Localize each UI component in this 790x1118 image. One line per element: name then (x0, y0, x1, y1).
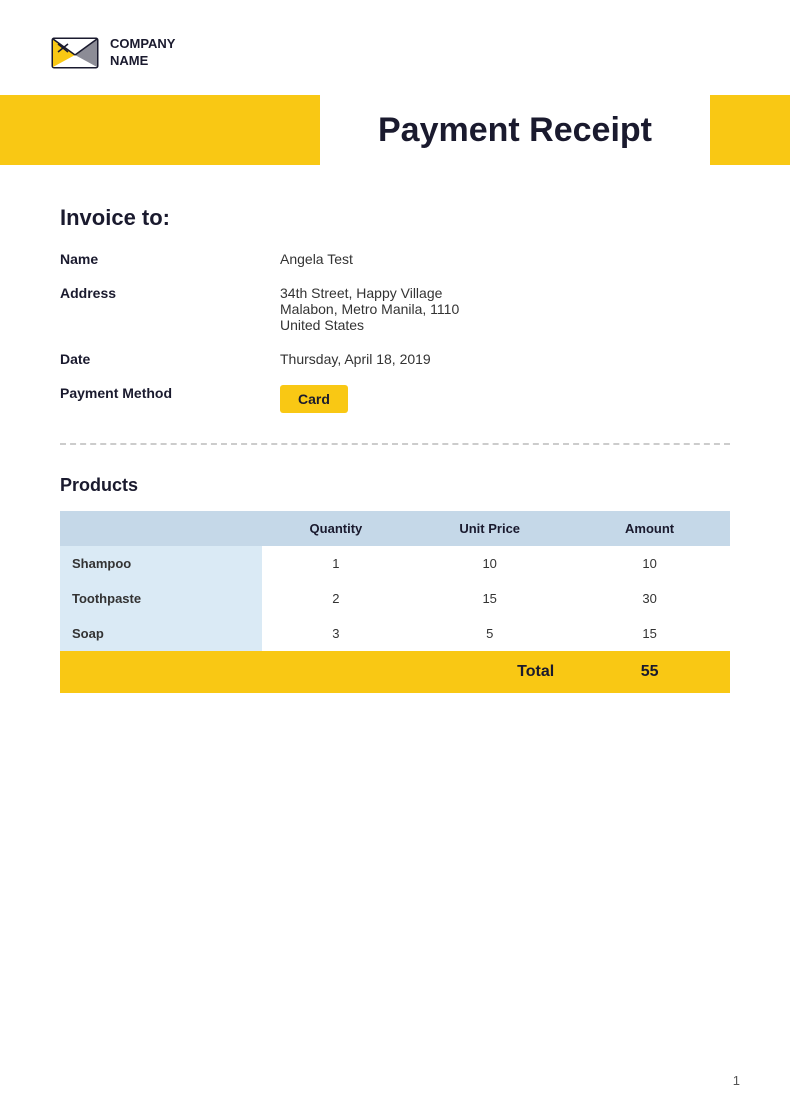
product-quantity: 1 (262, 546, 411, 581)
table-row: Shampoo 1 10 10 (60, 546, 730, 581)
table-row: Toothpaste 2 15 30 (60, 581, 730, 616)
separator (60, 443, 730, 445)
total-empty2 (262, 651, 411, 693)
products-label: Products (60, 475, 730, 496)
col-header-quantity: Quantity (262, 511, 411, 546)
logo-area: COMPANY NAME (0, 0, 790, 95)
payment-method-row: Payment Method Card (60, 385, 730, 413)
address-row: Address 34th Street, Happy Village Malab… (60, 285, 730, 333)
banner-right-accent (710, 95, 790, 165)
banner: Payment Receipt (0, 95, 790, 165)
col-header-unit-price: Unit Price (410, 511, 569, 546)
address-label: Address (60, 285, 280, 301)
address-value: 34th Street, Happy Village Malabon, Metr… (280, 285, 459, 333)
col-header-amount: Amount (569, 511, 730, 546)
banner-left-accent (0, 95, 320, 165)
product-amount: 10 (569, 546, 730, 581)
page-number: 1 (733, 1073, 740, 1088)
invoice-to-label: Invoice to: (60, 205, 730, 231)
name-row: Name Angela Test (60, 251, 730, 267)
company-logo-icon (50, 30, 100, 75)
products-table: Quantity Unit Price Amount Shampoo 1 10 … (60, 511, 730, 693)
products-section: Products Quantity Unit Price Amount Sham… (0, 475, 790, 693)
table-header-row: Quantity Unit Price Amount (60, 511, 730, 546)
product-amount: 15 (569, 616, 730, 651)
total-row: Total 55 (60, 651, 730, 693)
product-unit-price: 10 (410, 546, 569, 581)
company-name: COMPANY NAME (110, 36, 175, 70)
product-unit-price: 15 (410, 581, 569, 616)
address-line2: Malabon, Metro Manila, 1110 (280, 301, 459, 317)
table-row: Soap 3 5 15 (60, 616, 730, 651)
date-label: Date (60, 351, 280, 367)
address-line1: 34th Street, Happy Village (280, 285, 459, 301)
col-header-name (60, 511, 262, 546)
name-value: Angela Test (280, 251, 353, 267)
total-value: 55 (569, 651, 730, 693)
banner-title: Payment Receipt (320, 111, 710, 150)
product-quantity: 2 (262, 581, 411, 616)
product-name: Soap (60, 616, 262, 651)
payment-method-value: Card (280, 385, 348, 413)
name-label: Name (60, 251, 280, 267)
payment-badge: Card (280, 385, 348, 413)
product-amount: 30 (569, 581, 730, 616)
company-name-line1: COMPANY (110, 36, 175, 53)
date-row: Date Thursday, April 18, 2019 (60, 351, 730, 367)
product-name: Shampoo (60, 546, 262, 581)
total-empty (60, 651, 262, 693)
company-name-line2: NAME (110, 53, 175, 70)
product-unit-price: 5 (410, 616, 569, 651)
payment-method-label: Payment Method (60, 385, 280, 401)
address-line3: United States (280, 317, 459, 333)
total-label: Total (410, 651, 569, 693)
product-name: Toothpaste (60, 581, 262, 616)
product-quantity: 3 (262, 616, 411, 651)
date-value: Thursday, April 18, 2019 (280, 351, 431, 367)
invoice-section: Invoice to: Name Angela Test Address 34t… (0, 205, 790, 413)
